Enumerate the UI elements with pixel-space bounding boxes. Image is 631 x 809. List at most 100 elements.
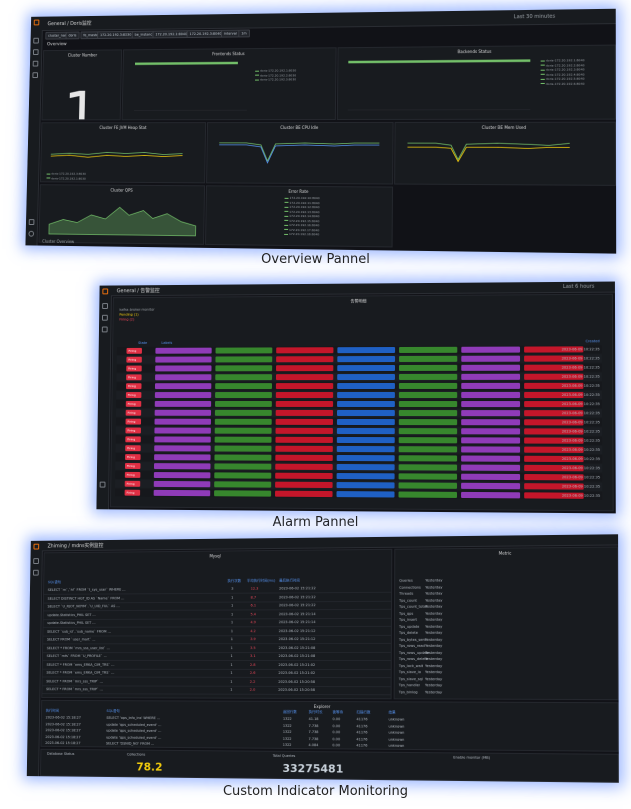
alarm-row[interactable]: Firing 2023-06-09 10:22:35	[116, 381, 602, 391]
cell-n: 1	[230, 670, 233, 675]
metric-name: Tps_update	[398, 624, 420, 629]
legend-item[interactable]: 172.20.192.18:8040	[284, 232, 319, 237]
explorer-col-header[interactable]: 锁等待	[332, 710, 342, 715]
help-icon[interactable]	[28, 219, 35, 226]
label-tag	[461, 382, 521, 389]
table-row[interactable]: SELECT * FROM `mrs_sss_TRIP` ... 1 2.0 2023…	[42, 685, 391, 696]
col-labels[interactable]: Labels	[161, 341, 172, 345]
label-tag	[461, 464, 521, 471]
variable-be-value-2[interactable]: 172.20.192.3:8040	[186, 29, 225, 39]
cell-sql: update.Statistics_PHIL SET ...	[47, 612, 96, 617]
label-tag	[337, 373, 395, 381]
alarm-row[interactable]: Firing 2023-06-09 10:22:35	[116, 354, 602, 364]
label-tag	[275, 427, 333, 434]
metric-name: Tps_bytes_sent	[398, 637, 427, 642]
legend-item[interactable]: doris-172.20.192.5:8040	[541, 77, 585, 82]
alarm-row[interactable]: Firing 2023-06-09 10:22:35	[115, 426, 603, 436]
label-tag	[336, 409, 395, 417]
panel-title: Mysql	[209, 553, 221, 559]
label-tag	[214, 427, 272, 434]
alarm-row[interactable]: Firing 2023-06-09 10:22:35	[116, 372, 602, 382]
breadcrumb[interactable]: Zhiming / mdns实例监控	[48, 542, 104, 549]
col-created[interactable]: Created	[585, 339, 599, 343]
time-range-picker[interactable]: Last 6 hours	[563, 284, 595, 290]
search-icon[interactable]	[33, 37, 39, 44]
list-item[interactable]: Tps_rows_read Yesterday	[395, 643, 618, 649]
alarm-table: Firing 2023-06-09 10:22:35 Firing 2023-06-0…	[111, 345, 613, 500]
explorer-col-header[interactable]: 返回行数	[283, 710, 297, 715]
explorer-col-header[interactable]: 扫描行数	[356, 710, 370, 715]
alarm-row[interactable]: Firing 2023-06-09 10:22:35	[116, 399, 602, 409]
alarm-row[interactable]: Firing 2023-06-09 10:22:35	[116, 390, 602, 400]
be-mem-used-panel: Cluster BE Mem Used	[394, 121, 617, 186]
col-last[interactable]: 最后执行时间	[279, 578, 300, 583]
col-avg[interactable]: 平均执行时间(ms)	[247, 579, 275, 584]
search-icon[interactable]	[33, 558, 39, 565]
col-count[interactable]: 执行次数	[227, 579, 241, 584]
dashboards-icon[interactable]	[32, 60, 39, 67]
variable-cluster-value[interactable]: doris	[65, 31, 80, 40]
grafana-logo-icon[interactable]	[33, 19, 40, 26]
cell: 0.00	[332, 736, 341, 741]
alarm-row[interactable]: Firing 2023-06-09 10:22:35	[115, 417, 603, 427]
alarm-row[interactable]: Firing 2023-06-09 10:22:35	[116, 363, 602, 373]
label-tag	[214, 454, 272, 461]
row-header[interactable]: Overview	[47, 42, 67, 47]
cell-sql: SELECT * FROM `ems_ERKA_CIM_TRS` ...	[46, 670, 115, 675]
state-badge: Firing	[124, 489, 141, 496]
list-item[interactable]: Tps_bytes_sent Yesterday	[395, 636, 617, 642]
cell: 7.738	[308, 723, 319, 728]
time-range-picker[interactable]: Last 30 minutes	[514, 14, 555, 21]
row-header-footer[interactable]: Cluster Overview	[42, 239, 74, 244]
explorer-col-header[interactable]: 执行时间	[46, 709, 59, 714]
dashboards-icon[interactable]	[33, 569, 39, 576]
grafana-logo-icon[interactable]	[33, 543, 40, 550]
alarm-row[interactable]: Firing 2023-06-09 10:22:35	[114, 488, 603, 500]
variable-be-value-1[interactable]: 172.20.192.1:8040	[152, 30, 191, 39]
label-tag	[336, 427, 395, 435]
list-item[interactable]: Tps_rows_delete Yesterday	[395, 656, 618, 662]
list-item[interactable]: Tps_slave_io Yesterday	[395, 669, 618, 675]
explorer-col-header[interactable]: 执行时长	[309, 710, 323, 715]
search-icon[interactable]	[102, 303, 108, 309]
label-tag	[398, 382, 458, 389]
explorer-col-header[interactable]: SQL语句	[106, 709, 119, 714]
alarm-row[interactable]: Firing 2023-06-09 10:22:35	[116, 345, 602, 355]
label-tag	[215, 392, 272, 398]
variable-fe-value[interactable]: 172.20.192.3:8030	[97, 30, 135, 40]
dashboards-icon[interactable]	[101, 314, 108, 321]
legend-item[interactable]: doris-172.20.192.1:8030	[46, 176, 86, 181]
explorer-col-header[interactable]: 结果	[389, 710, 396, 715]
list-item[interactable]: Tps_binlog Yesterday	[395, 689, 618, 696]
firing-count: Firing (2)	[119, 317, 135, 322]
list-item[interactable]: Tps_update Yesterday	[395, 623, 617, 630]
cell-n: 1	[230, 645, 233, 650]
col-state[interactable]: State	[138, 341, 147, 345]
list-item[interactable]: Tps_slave_sql Yesterday	[395, 676, 618, 683]
alarm-row[interactable]: Firing 2023-06-09 10:22:35	[115, 435, 603, 445]
label-tag	[336, 491, 395, 498]
breadcrumb[interactable]: General / Doris监控	[47, 20, 91, 27]
cell-n: 3	[231, 586, 234, 591]
list-item[interactable]: Tps_lock_wait Yesterday	[395, 663, 618, 669]
label-tag	[275, 374, 334, 381]
list-item[interactable]: Tps_delete Yesterday	[395, 629, 617, 636]
starred-icon[interactable]	[32, 49, 39, 56]
legend-item[interactable]: doris-172.20.192.3:8030	[255, 77, 296, 82]
avatar[interactable]	[28, 230, 35, 237]
col-sql[interactable]: SQL语句	[48, 580, 61, 585]
explore-icon[interactable]	[32, 72, 39, 79]
label-tag	[336, 454, 395, 462]
created-time: 2023-06-09 10:22:35	[561, 438, 601, 443]
list-item[interactable]: Tps_rows_update Yesterday	[395, 649, 618, 655]
legend-item[interactable]: doris-172.20.192.6:8040	[541, 81, 585, 86]
grafana-logo-icon[interactable]	[102, 288, 109, 295]
label-tag	[461, 428, 521, 435]
alerting-icon[interactable]	[101, 326, 108, 333]
alarm-row[interactable]: Firing 2023-06-09 10:22:35	[116, 408, 603, 418]
label-tag	[275, 481, 333, 489]
variable-interval-value[interactable]: 1m	[238, 29, 250, 38]
help-icon[interactable]	[99, 481, 106, 488]
breadcrumb[interactable]: General / 告警监控	[117, 287, 160, 294]
alarm-detail-panel: 告警明细 kafka-broker-monitor Pending (1) Fi…	[109, 293, 614, 512]
